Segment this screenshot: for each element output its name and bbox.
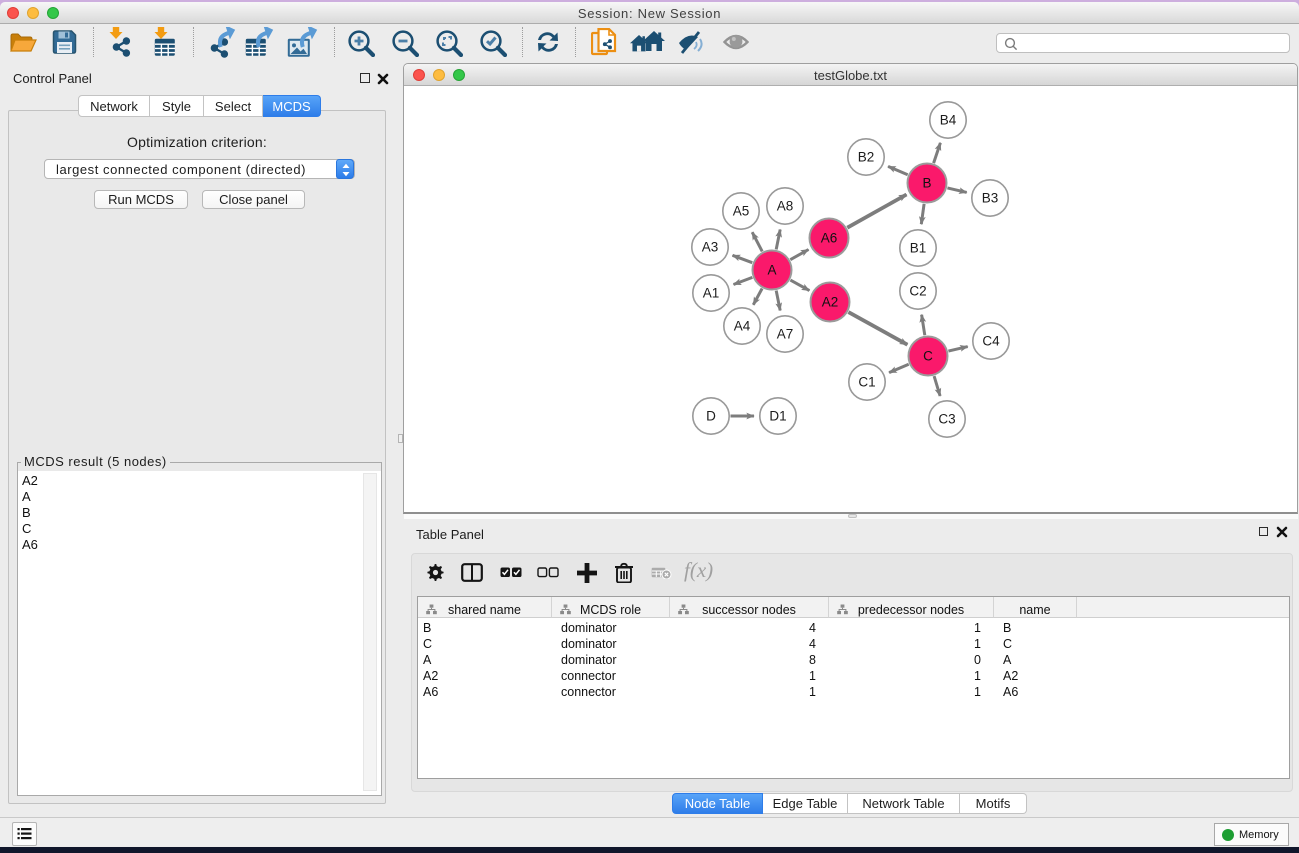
- svg-text:A7: A7: [777, 327, 794, 342]
- svg-text:D: D: [706, 409, 716, 424]
- svg-text:A1: A1: [703, 286, 720, 301]
- svg-text:B2: B2: [858, 150, 875, 165]
- svg-text:B1: B1: [910, 241, 927, 256]
- svg-text:D1: D1: [769, 409, 786, 424]
- svg-text:A3: A3: [702, 240, 719, 255]
- svg-text:A4: A4: [734, 319, 751, 334]
- svg-text:A: A: [767, 263, 776, 278]
- svg-text:C: C: [923, 349, 933, 364]
- svg-text:C2: C2: [909, 284, 926, 299]
- svg-text:C4: C4: [982, 334, 1000, 349]
- svg-text:A6: A6: [821, 231, 838, 246]
- svg-text:B: B: [922, 176, 931, 191]
- svg-text:C3: C3: [938, 412, 955, 427]
- svg-text:A5: A5: [733, 204, 750, 219]
- svg-text:B4: B4: [940, 113, 957, 128]
- svg-text:A2: A2: [822, 295, 839, 310]
- svg-text:A8: A8: [777, 199, 794, 214]
- svg-text:B3: B3: [982, 191, 999, 206]
- svg-text:C1: C1: [858, 375, 875, 390]
